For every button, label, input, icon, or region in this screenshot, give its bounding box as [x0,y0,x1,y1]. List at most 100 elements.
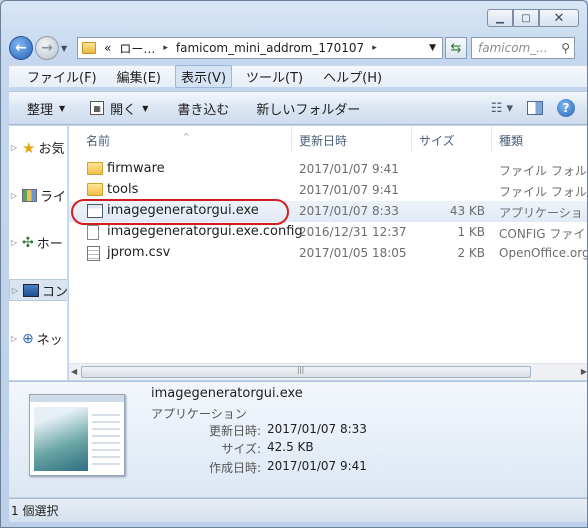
open-label: 開く [110,102,137,118]
detail-size-value: 42.5 KB [267,440,314,454]
file-name: jprom.csv [107,245,171,260]
breadcrumb-local-disk[interactable]: ロー… [119,40,155,57]
detail-modified-value: 2017/01/07 8:33 [267,422,367,436]
close-button[interactable]: ✕ [539,9,579,27]
file-date: 2017/01/07 9:41 [299,162,399,176]
search-placeholder: famicom_... [478,41,548,55]
file-row-jprom-csv[interactable]: jprom.csv 2017/01/05 18:05 2 KB OpenOffi… [69,243,588,264]
column-divider[interactable] [491,126,492,152]
column-headers: ^ 名前 更新日時 サイズ 種類 [69,126,587,152]
burn-button[interactable]: 書き込む [157,99,238,118]
scroll-left-icon[interactable]: ◀ [71,367,77,376]
file-name: tools [107,182,139,197]
view-controls: ☷ ▾ ? [491,99,587,117]
forward-button[interactable]: → [35,36,59,60]
detail-file-type: アプリケーション [151,407,247,421]
file-size: 43 KB [449,204,485,218]
chevron-down-icon: ▼ [61,43,68,53]
highlight-circle-annotation [71,199,289,225]
expand-arrow-icon[interactable]: ▷ [10,286,20,295]
chevron-down-icon: ▼ [142,103,149,113]
status-text: 1 個選択 [11,504,59,518]
scrollbar-thumb[interactable] [81,366,531,378]
column-header-date[interactable]: 更新日時 [299,132,347,149]
expand-arrow-icon[interactable]: ▷ [9,191,19,200]
search-icon[interactable]: ⚲ [561,41,570,55]
menu-edit[interactable]: 編集(E) [103,65,167,88]
nav-item-homegroup[interactable]: ▷ ✣ ホー [9,233,63,253]
nav-item-label: ネッ [36,333,63,348]
file-name: imagegeneratorgui.exe.config [107,224,303,239]
nav-item-libraries[interactable]: ▷ ライ [9,186,66,205]
file-size: 2 KB [457,246,485,260]
column-header-size[interactable]: サイズ [419,132,455,149]
library-icon [22,189,37,202]
file-date: 2016/12/31 12:37 [299,225,407,239]
close-icon: ✕ [553,10,565,26]
folder-icon [82,42,96,54]
scroll-right-icon[interactable]: ▶ [581,367,587,376]
file-type: OpenOffice.org [499,246,588,260]
nav-item-favorites[interactable]: ▷ ★ お気 [9,138,65,158]
thumbnail-art [34,407,88,471]
detail-file-name: imagegeneratorgui.exe [151,386,303,401]
menu-tools[interactable]: ツール(T) [232,65,309,88]
detail-modified-label: 更新日時: [208,424,261,438]
change-view-icon[interactable]: ☷ ▾ [491,101,513,116]
expand-arrow-icon[interactable]: ▷ [9,238,19,247]
file-row-tools[interactable]: tools 2017/01/07 9:41 ファイル フォル [69,180,587,201]
sort-ascending-icon: ^ [183,132,190,141]
horizontal-scrollbar[interactable]: ◀ ||| ▶ [69,363,587,380]
column-divider[interactable] [411,126,412,152]
file-date: 2017/01/07 8:33 [299,204,399,218]
detail-size-label: サイズ: [221,442,261,456]
homegroup-icon: ✣ [22,234,34,251]
breadcrumb-separator-icon[interactable]: ▸ [372,43,377,53]
nav-item-computer[interactable]: ▷ コン [9,279,68,301]
file-row-firmware[interactable]: firmware 2017/01/07 9:41 ファイル フォル [69,159,587,180]
menu-file[interactable]: ファイル(F) [9,65,103,88]
nav-item-label: コン [42,284,68,300]
address-bar[interactable]: « ロー… ▸ famicom_mini_addrom_170107 ▸ ▼ [77,37,443,59]
network-icon: ⊕ [22,330,34,347]
nav-item-network[interactable]: ▷ ⊕ ネッ [9,329,63,349]
menu-view[interactable]: 表示(V) [174,65,233,88]
star-icon: ★ [22,138,36,157]
minimize-icon: ▁ [496,12,504,24]
file-row-imagegeneratorgui-config[interactable]: imagegeneratorgui.exe.config 2016/12/31 … [69,222,587,243]
breadcrumb-overflow[interactable]: « [104,41,111,55]
help-icon[interactable]: ? [557,99,575,117]
maximize-icon: □ [521,12,531,24]
breadcrumb-current-folder[interactable]: famicom_mini_addrom_170107 [176,41,364,55]
file-date: 2017/01/05 18:05 [299,246,407,260]
minimize-button[interactable]: ▁ [487,9,513,27]
file-type: ファイル フォル [499,185,587,199]
preview-pane-icon[interactable] [527,101,543,115]
file-type: アプリケーショ [499,206,583,220]
new-folder-label: 新しいフォルダー [256,102,361,118]
breadcrumb-separator-icon[interactable]: ▸ [163,43,168,53]
refresh-button[interactable]: ⇆ [445,37,467,59]
back-button[interactable]: ← [9,36,33,60]
refresh-icon: ⇆ [450,40,462,56]
status-bar: 1 個選択 [9,498,587,522]
expand-arrow-icon[interactable]: ▷ [9,143,19,152]
search-input[interactable]: famicom_... ⚲ [471,37,575,59]
menu-help[interactable]: ヘルプ(H) [309,65,388,88]
explorer-window: ▁ □ ✕ ← → ▼ « ロー… ▸ famicom_mini_addrom_… [0,0,588,528]
recent-pages-dropdown[interactable]: ▼ [61,44,73,53]
organize-button[interactable]: 整理 ▼ [9,99,74,118]
new-folder-button[interactable]: 新しいフォルダー [238,99,369,118]
column-header-name[interactable]: 名前 [86,132,110,149]
detail-created-label: 作成日時: [208,461,261,475]
open-button[interactable]: ▦ 開く ▼ [74,99,157,118]
expand-arrow-icon[interactable]: ▷ [9,334,19,343]
column-divider[interactable] [291,126,292,152]
address-dropdown-icon[interactable]: ▼ [429,43,436,53]
file-name: firmware [107,161,165,176]
thumbnail-titlebar [30,395,124,402]
navigation-pane: ▷ ★ お気 ▷ ライ ▷ ✣ ホー ▷ コン ▷ ⊕ ネッ [9,126,68,380]
file-date: 2017/01/07 9:41 [299,183,399,197]
column-header-type[interactable]: 種類 [499,132,523,149]
maximize-button[interactable]: □ [513,9,539,27]
